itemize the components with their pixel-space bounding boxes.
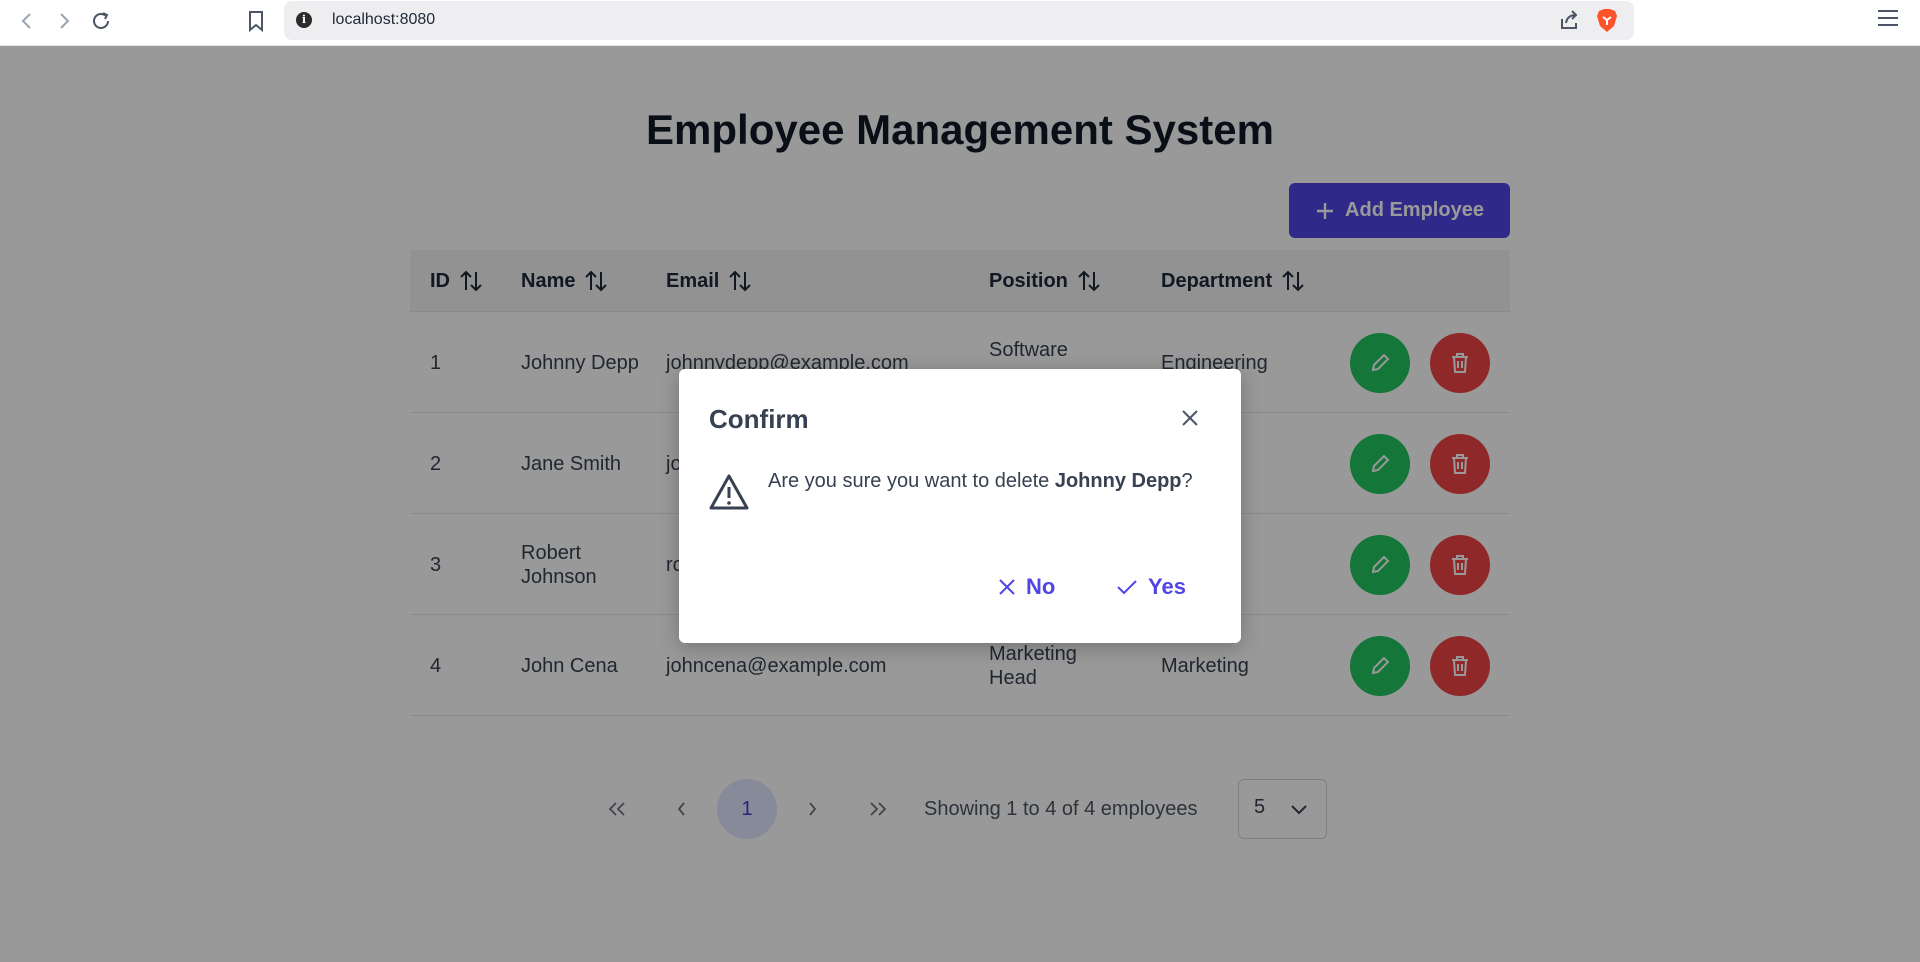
dialog-title: Confirm bbox=[709, 404, 809, 434]
chevron-right-icon bbox=[60, 13, 70, 29]
browser-toolbar: i localhost:8080 bbox=[0, 0, 1920, 46]
warning-triangle-icon bbox=[709, 474, 749, 510]
address-bar[interactable]: i localhost:8080 bbox=[284, 1, 1634, 40]
warning-icon-wrap bbox=[708, 473, 750, 516]
close-icon bbox=[999, 579, 1015, 595]
forward-button[interactable] bbox=[49, 6, 79, 36]
share-button[interactable] bbox=[1558, 9, 1580, 36]
url-text: localhost:8080 bbox=[332, 11, 436, 28]
dialog-no-button[interactable]: No bbox=[998, 567, 1055, 607]
reload-button[interactable] bbox=[86, 6, 116, 36]
bookmark-button[interactable] bbox=[241, 6, 271, 36]
check-icon bbox=[1117, 580, 1137, 595]
close-icon bbox=[1182, 410, 1198, 426]
dialog-yes-button[interactable]: Yes bbox=[1116, 567, 1186, 607]
bookmark-icon bbox=[249, 11, 263, 32]
reload-icon bbox=[93, 12, 109, 29]
hamburger-icon bbox=[1878, 10, 1898, 26]
back-button[interactable] bbox=[12, 6, 42, 36]
dialog-close-button[interactable] bbox=[1177, 405, 1203, 431]
chevron-left-icon bbox=[21, 13, 31, 29]
site-info-icon[interactable]: i bbox=[296, 12, 312, 28]
confirm-dialog: Confirm Are you sure you want to delete … bbox=[679, 369, 1241, 643]
brave-shields-button[interactable] bbox=[1596, 8, 1618, 38]
dialog-yes-label: Yes bbox=[1148, 574, 1186, 599]
dialog-message-prefix: Are you sure you want to delete bbox=[768, 470, 1055, 492]
dialog-message: Are you sure you want to delete Johnny D… bbox=[768, 469, 1208, 494]
dialog-message-suffix: ? bbox=[1181, 470, 1193, 492]
share-icon bbox=[1561, 10, 1578, 29]
browser-menu-button[interactable] bbox=[1876, 8, 1900, 33]
dialog-message-name: Johnny Depp bbox=[1054, 470, 1182, 492]
dialog-no-label: No bbox=[1026, 574, 1056, 599]
brave-lion-icon bbox=[1597, 9, 1617, 32]
